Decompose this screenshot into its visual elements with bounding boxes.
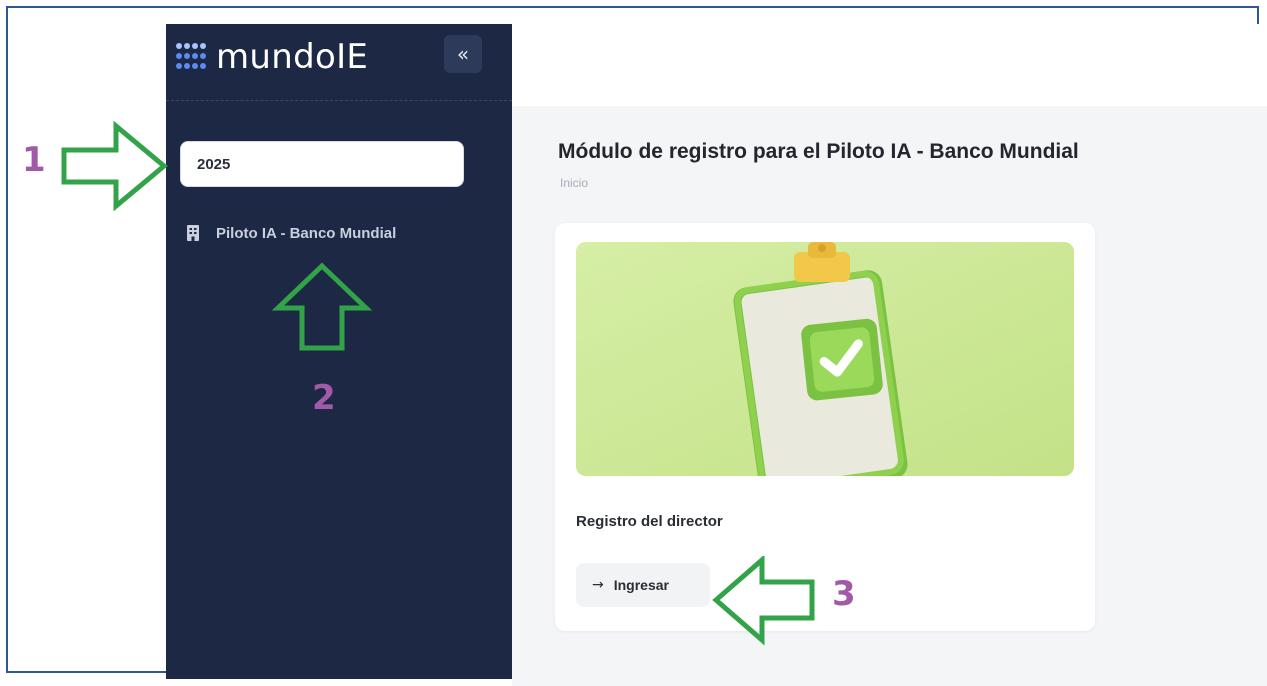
app-logo[interactable]: mundoIE bbox=[176, 37, 368, 77]
annotation-arrow-up-icon bbox=[272, 262, 372, 351]
breadcrumb[interactable]: Inicio bbox=[560, 176, 588, 190]
sidebar-item-label: Piloto IA - Banco Mundial bbox=[216, 224, 397, 242]
annotation-arrow-right-icon bbox=[61, 120, 168, 212]
collapse-sidebar-button[interactable]: « bbox=[444, 35, 482, 73]
logo-grid-icon bbox=[176, 43, 208, 71]
card-illustration bbox=[576, 242, 1074, 476]
module-card: Registro del director → Ingresar bbox=[555, 223, 1095, 631]
annotation-number-2: 2 bbox=[312, 378, 336, 418]
annotation-number-3: 3 bbox=[832, 574, 856, 614]
page-title: Módulo de registro para el Piloto IA - B… bbox=[558, 140, 1079, 163]
enter-button[interactable]: → Ingresar bbox=[576, 563, 710, 607]
clipboard-check-illustration bbox=[576, 242, 1074, 476]
enter-button-label: Ingresar bbox=[613, 577, 669, 593]
card-title: Registro del director bbox=[576, 513, 723, 530]
annotation-arrow-left-icon bbox=[712, 556, 815, 646]
main-content: Módulo de registro para el Piloto IA - B… bbox=[512, 106, 1267, 686]
year-selector[interactable]: 2025 bbox=[180, 141, 464, 187]
arrow-right-icon: → bbox=[592, 577, 604, 593]
sidebar-divider bbox=[166, 100, 512, 101]
top-bar bbox=[512, 24, 1267, 106]
sidebar-item-piloto-ia[interactable]: Piloto IA - Banco Mundial bbox=[186, 224, 396, 242]
annotation-number-1: 1 bbox=[22, 140, 46, 180]
building-icon bbox=[187, 225, 199, 241]
double-chevron-left-icon: « bbox=[456, 42, 470, 66]
logo-text: mundoIE bbox=[216, 37, 369, 77]
